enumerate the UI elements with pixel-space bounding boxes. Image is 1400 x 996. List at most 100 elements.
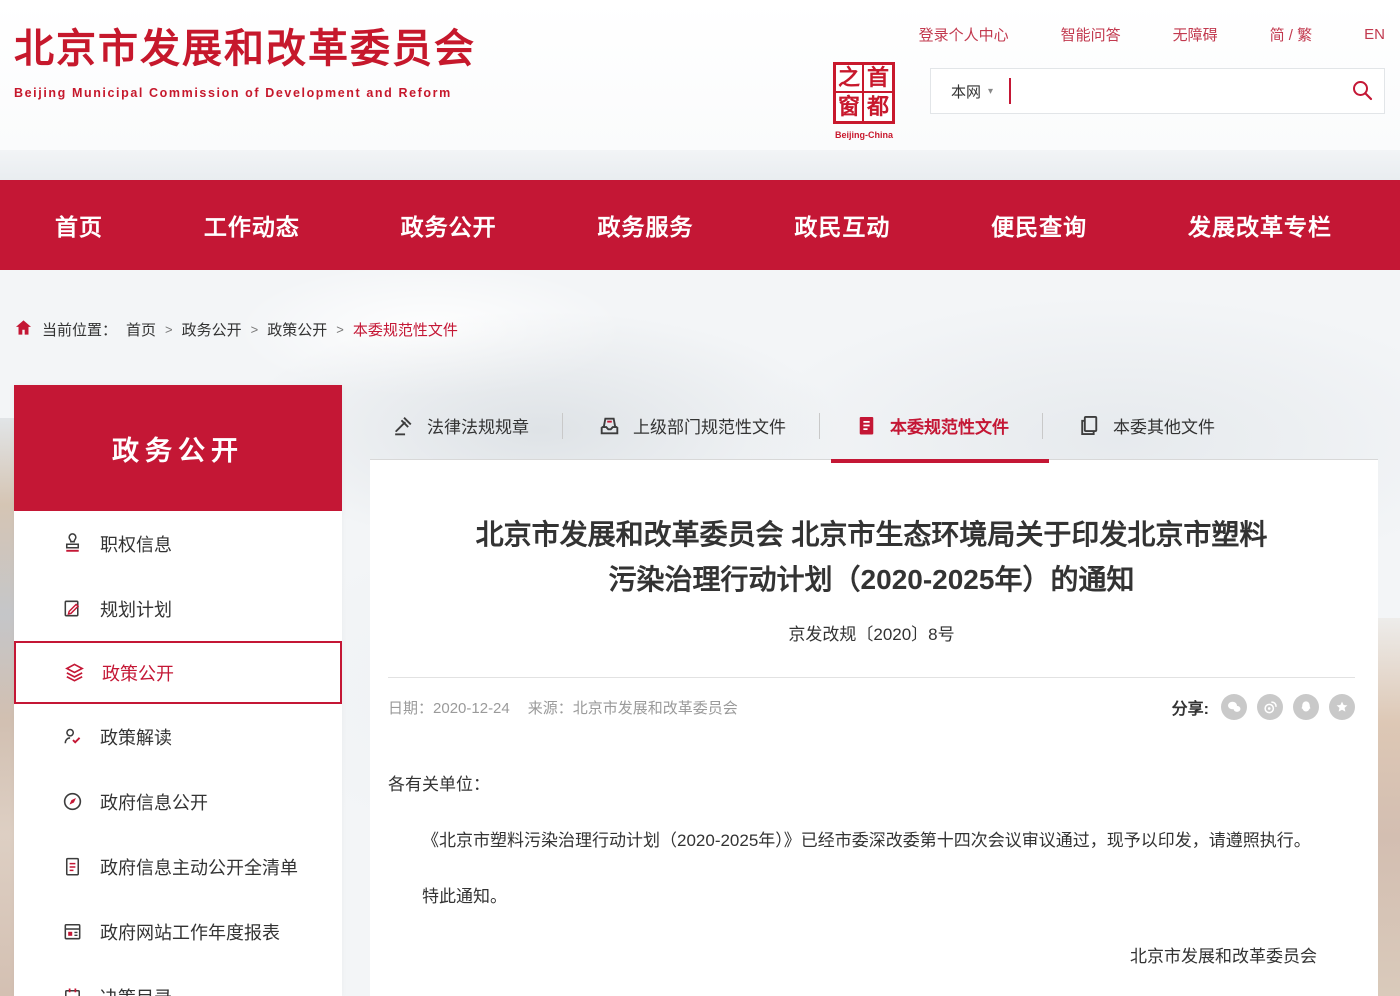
sidebar-item-policy-disclosure[interactable]: 政策公开 xyxy=(14,641,342,704)
breadcrumb-home[interactable]: 首页 xyxy=(126,319,156,340)
sidebar-item-website-annual-report[interactable]: 政府网站工作年度报表 xyxy=(14,899,342,964)
signature: 北京市发展和改革委员会 xyxy=(388,936,1355,978)
chevron-down-icon: ▾ xyxy=(988,86,993,97)
sidebar-item-label: 政府信息主动公开全清单 xyxy=(100,854,298,880)
seal-caption: Beijing-China xyxy=(824,130,904,140)
simplified-traditional-toggle[interactable]: 简 / 繁 xyxy=(1270,24,1313,45)
sidebar-item-label: 政府信息公开 xyxy=(100,789,208,815)
sidebar-item-planning[interactable]: 规划计划 xyxy=(14,576,342,641)
document-icon xyxy=(853,413,879,439)
sidebar-item-label: 规划计划 xyxy=(100,596,172,622)
site-logo[interactable]: 北京市发展和改革委员会 Beijing Municipal Commission… xyxy=(14,16,476,100)
sidebar-item-label: 职权信息 xyxy=(100,531,172,557)
smart-qa-link[interactable]: 智能问答 xyxy=(1061,24,1121,45)
nav-item-reform-column[interactable]: 发展改革专栏 xyxy=(1188,208,1332,242)
article-body: 各有关单位： 《北京市塑料污染治理行动计划（2020-2025年）》已经市委深改… xyxy=(388,764,1355,978)
sidebar-item-gov-info-disclosure[interactable]: 政府信息公开 xyxy=(14,769,342,834)
login-personal-center-link[interactable]: 登录个人中心 xyxy=(919,24,1009,45)
star-icon[interactable] xyxy=(1329,694,1355,720)
nav-item-gov-services[interactable]: 政务服务 xyxy=(597,208,693,242)
tab-divider xyxy=(819,413,820,439)
sidebar-header: 政务公开 xyxy=(14,385,342,511)
search-scope-dropdown[interactable]: 本网 ▾ xyxy=(931,81,1009,102)
share-label: 分享: xyxy=(1172,695,1209,719)
tab-superior-normative-documents[interactable]: 上级部门规范性文件 xyxy=(596,413,786,439)
tab-label: 本委规范性文件 xyxy=(890,413,1009,438)
tab-label: 本委其他文件 xyxy=(1113,413,1215,438)
date-source-line: 日期：2020-12-24 来源：北京市发展和改革委员会 xyxy=(388,697,738,718)
title-line-2: 污染治理行动计划（2020-2025年）的通知 xyxy=(388,557,1355,602)
tab-label: 法律法规规章 xyxy=(427,413,529,438)
site-title-english: Beijing Municipal Commission of Developm… xyxy=(14,86,476,100)
date-label: 日期： xyxy=(388,700,433,717)
breadcrumb-current: 本委规范性文件 xyxy=(353,319,458,340)
seal-char: 首 xyxy=(864,65,892,93)
tab-label: 上级部门规范性文件 xyxy=(633,413,786,438)
sidebar: 政务公开 职权信息 规划计划 政策公开 政策解读 政府信息公开 政府信 xyxy=(14,385,342,996)
main-content: 法律法规规章 上级部门规范性文件 本委规范性文件 本委其他文件 北京市发展和改革… xyxy=(370,392,1378,996)
source-label: 来源： xyxy=(528,700,573,717)
report-icon xyxy=(60,920,84,944)
weibo-icon[interactable] xyxy=(1257,694,1283,720)
breadcrumb-policy[interactable]: 政策公开 xyxy=(267,319,327,340)
breadcrumb-gov-affairs[interactable]: 政务公开 xyxy=(182,319,242,340)
home-icon[interactable] xyxy=(14,318,33,341)
sidebar-item-policy-interpretation[interactable]: 政策解读 xyxy=(14,704,342,769)
title-divider xyxy=(388,677,1355,678)
main-navigation: 首页 工作动态 政务公开 政务服务 政民互动 便民查询 发展改革专栏 xyxy=(0,180,1400,270)
seal-char: 窗 xyxy=(836,93,864,121)
article-meta-row: 日期：2020-12-24 来源：北京市发展和改革委员会 分享: xyxy=(388,694,1355,720)
tab-laws-regulations[interactable]: 法律法规规章 xyxy=(390,413,529,439)
seal-char: 都 xyxy=(864,93,892,121)
breadcrumb: 当前位置： 首页 > 政务公开 > 政策公开 > 本委规范性文件 xyxy=(14,318,458,341)
search-button[interactable] xyxy=(1340,69,1384,113)
sidebar-item-authority-info[interactable]: 职权信息 xyxy=(14,511,342,576)
tab-divider xyxy=(562,413,563,439)
breadcrumb-separator: > xyxy=(165,322,173,337)
tab-commission-other-documents[interactable]: 本委其他文件 xyxy=(1076,413,1215,439)
background-watermark-left xyxy=(0,418,14,996)
sidebar-item-label: 决策目录 xyxy=(100,984,172,996)
nav-item-interaction[interactable]: 政民互动 xyxy=(794,208,890,242)
publish-date: 2020-12-24 xyxy=(433,700,510,717)
nav-item-convenience-query[interactable]: 便民查询 xyxy=(991,208,1087,242)
sidebar-item-proactive-disclosure-list[interactable]: 政府信息主动公开全清单 xyxy=(14,834,342,899)
nav-item-work-news[interactable]: 工作动态 xyxy=(204,208,300,242)
sidebar-item-label: 政府网站工作年度报表 xyxy=(100,919,280,945)
calendar-icon xyxy=(60,985,84,996)
document-category-tabs: 法律法规规章 上级部门规范性文件 本委规范性文件 本委其他文件 xyxy=(370,392,1378,460)
background-watermark-right xyxy=(1378,618,1400,996)
checklist-icon xyxy=(60,855,84,879)
wechat-icon[interactable] xyxy=(1221,694,1247,720)
english-link[interactable]: EN xyxy=(1364,26,1385,43)
nav-item-home[interactable]: 首页 xyxy=(55,208,103,242)
capital-window-seal-logo[interactable]: 之 首 窗 都 xyxy=(833,62,895,124)
body-paragraph: 特此通知。 xyxy=(388,876,1355,918)
source-value: 北京市发展和改革委员会 xyxy=(573,700,738,717)
header-divider-band xyxy=(0,150,1400,180)
sidebar-item-decision-catalog[interactable]: 决策目录 xyxy=(14,964,342,996)
article-panel: 北京市发展和改革委员会 北京市生态环境局关于印发北京市塑料 污染治理行动计划（2… xyxy=(370,460,1378,996)
tab-commission-normative-documents[interactable]: 本委规范性文件 xyxy=(853,413,1009,439)
nav-item-gov-affairs[interactable]: 政务公开 xyxy=(401,208,497,242)
site-title: 北京市发展和改革委员会 xyxy=(14,16,476,74)
site-header: 北京市发展和改革委员会 Beijing Municipal Commission… xyxy=(0,0,1400,150)
search-bar: 本网 ▾ xyxy=(930,68,1385,114)
share-toolbar: 分享: xyxy=(1172,694,1355,720)
breadcrumb-separator: > xyxy=(336,322,344,337)
qq-icon[interactable] xyxy=(1293,694,1319,720)
breadcrumb-label: 当前位置： xyxy=(42,319,117,340)
person-check-icon xyxy=(60,725,84,749)
quick-links: 登录个人中心 智能问答 无障碍 简 / 繁 EN xyxy=(919,24,1385,45)
stamp-icon xyxy=(60,532,84,556)
accessibility-link[interactable]: 无障碍 xyxy=(1173,24,1218,45)
compass-icon xyxy=(60,790,84,814)
gavel-icon xyxy=(390,413,416,439)
file-copy-icon xyxy=(1076,413,1102,439)
breadcrumb-separator: > xyxy=(251,322,259,337)
plan-edit-icon xyxy=(60,597,84,621)
sidebar-item-label: 政策解读 xyxy=(100,724,172,750)
body-paragraph: 《北京市塑料污染治理行动计划（2020-2025年）》已经市委深改委第十四次会议… xyxy=(388,820,1355,862)
search-input[interactable] xyxy=(1011,71,1340,111)
search-icon xyxy=(1350,78,1374,105)
